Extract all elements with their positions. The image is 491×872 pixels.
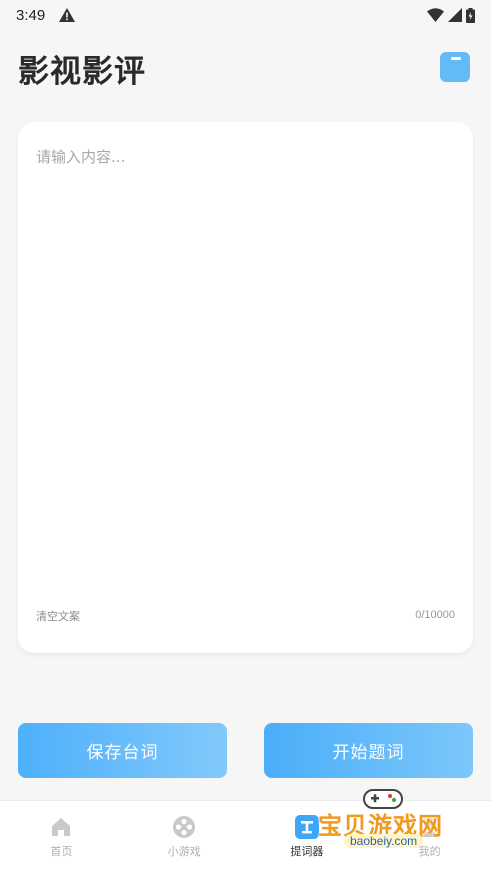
nav-label-home: 首页 xyxy=(50,845,73,858)
nav-label-games: 小游戏 xyxy=(167,845,201,858)
save-script-button[interactable]: 保存台词 xyxy=(18,723,227,778)
nav-label-teleprompter: 提词器 xyxy=(290,845,324,858)
battery-icon xyxy=(466,7,475,23)
nav-item-games[interactable]: 小游戏 xyxy=(123,801,246,872)
bottom-nav: 首页 小游戏 提词器 我的 xyxy=(0,800,491,872)
save-document-icon[interactable] xyxy=(440,52,470,82)
page-title: 影视影评 xyxy=(18,54,146,90)
status-time: 3:49 xyxy=(16,6,46,24)
start-prompter-button[interactable]: 开始题词 xyxy=(264,723,473,778)
teleprompter-icon xyxy=(294,815,319,839)
warning-icon xyxy=(59,8,76,22)
nav-item-teleprompter[interactable]: 提词器 xyxy=(246,801,369,872)
character-count: 0/10000 xyxy=(415,609,455,621)
status-bar: 3:49 xyxy=(0,0,491,30)
film-reel-icon xyxy=(173,816,196,838)
home-icon xyxy=(52,818,71,836)
editor-card: 清空文案 0/10000 xyxy=(18,122,473,653)
profile-icon xyxy=(420,818,439,837)
status-icons xyxy=(427,7,475,23)
clear-text-button[interactable]: 清空文案 xyxy=(36,608,80,624)
nav-item-home[interactable]: 首页 xyxy=(0,801,123,872)
script-text-input[interactable] xyxy=(36,146,456,606)
wifi-icon xyxy=(427,8,444,22)
signal-icon xyxy=(448,8,462,22)
nav-item-profile[interactable]: 我的 xyxy=(368,801,491,872)
nav-label-profile: 我的 xyxy=(418,845,441,858)
